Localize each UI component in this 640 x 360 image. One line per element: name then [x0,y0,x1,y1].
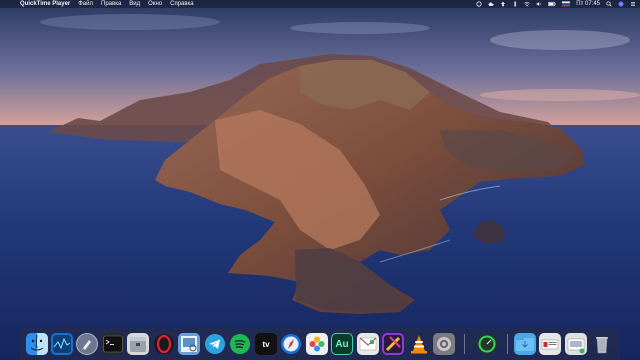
archive-utility-icon [130,337,146,352]
activity-status-icon[interactable] [476,1,482,7]
dock-activity-monitor[interactable] [51,333,73,355]
wallpaper-catalina-island [0,0,640,360]
vlc-cone-icon [411,335,427,354]
dock-separator [507,334,508,354]
terminal-icon [103,335,123,353]
launchpad-rocket-icon [77,334,97,354]
dock-stack-screens[interactable] [565,333,587,355]
dock-opera[interactable] [153,333,175,355]
trash-icon [596,337,608,354]
spotify-icon [230,334,250,354]
dock-final-cut-pro[interactable] [382,333,404,355]
activity-monitor-icon [53,335,71,353]
dock-adobe-audition[interactable]: Au [331,333,353,355]
dock-launchpad[interactable] [76,333,98,355]
wifi-icon[interactable] [524,1,530,7]
dock-separator [464,334,465,354]
dock-safari[interactable] [280,333,302,355]
dock-spotify[interactable] [229,333,251,355]
preview-icon [181,336,197,352]
status-area: Пт 07:45 [476,0,636,8]
mail-stamp-icon [359,337,377,351]
dock-system-preferences[interactable] [433,333,455,355]
menu-window[interactable]: Окно [148,1,162,7]
menu-view[interactable]: Вид [129,1,140,7]
dock-terminal[interactable] [102,333,124,355]
sound-icon[interactable] [536,1,542,7]
finder-icon [30,333,48,355]
menu-bar: QuickTime Player Файл Правка Вид Окно Сп… [0,0,640,8]
dock-trash[interactable] [591,333,613,355]
dock-telegram[interactable] [204,333,226,355]
dock-istat-menus[interactable] [476,333,498,355]
dock-apple-tv[interactable]: tv [255,333,277,355]
menu-edit[interactable]: Правка [101,1,121,7]
bluetooth-icon[interactable] [512,1,518,7]
dock-photos[interactable] [306,333,328,355]
folder-icon [516,337,534,351]
opera-icon [154,334,174,354]
clock[interactable]: Пт 07:45 [576,1,600,7]
spotlight-search-icon[interactable] [606,1,612,7]
dock-vlc[interactable] [408,333,430,355]
desktop[interactable]: QuickTime Player Файл Правка Вид Окно Сп… [0,0,640,360]
dock-mail[interactable] [357,333,379,355]
final-cut-pro-icon [384,335,402,353]
photos-flower-icon [309,336,325,352]
telegram-icon [205,334,225,354]
istat-gauge-icon [477,334,497,354]
menu-help[interactable]: Справка [170,1,194,7]
app-name-menu[interactable]: QuickTime Player [20,1,70,7]
language-flag-icon[interactable] [562,1,571,7]
gear-icon [437,337,451,351]
notification-center-icon[interactable] [630,1,636,7]
siri-icon[interactable] [618,1,624,7]
dock-finder[interactable] [26,333,48,355]
dock-downloads-folder[interactable] [514,333,536,355]
dock-archive-utility[interactable] [127,333,149,355]
battery-icon[interactable] [548,1,556,7]
cloud-status-icon[interactable] [488,1,494,7]
safari-compass-icon [281,334,301,354]
apple-tv-icon: tv [262,339,270,349]
screenshot-stack-icon [567,338,585,354]
dock-stack-documents[interactable] [539,333,561,355]
menu-file[interactable]: Файл [78,1,93,7]
upload-status-icon[interactable] [500,1,506,7]
adobe-audition-icon: Au [335,338,349,350]
apple-menu-icon[interactable] [6,1,12,8]
dock: tv Au [20,328,620,360]
dock-preview[interactable] [178,333,200,355]
document-stack-icon [541,339,559,350]
